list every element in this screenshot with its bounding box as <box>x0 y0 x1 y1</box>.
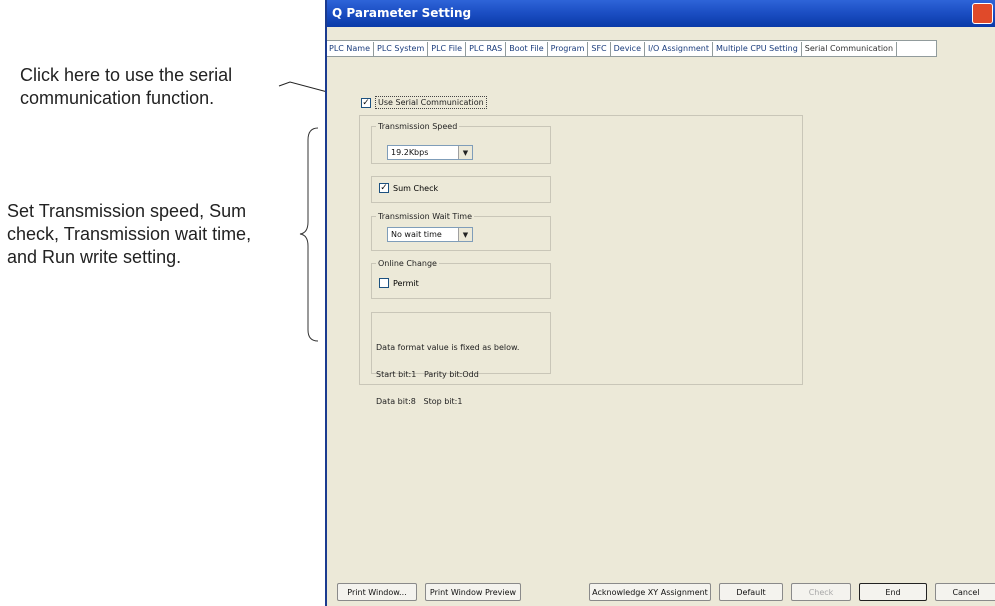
bottom-button-bar: Print Window... Print Window Preview Ack… <box>327 583 995 601</box>
tab-sfc[interactable]: SFC <box>588 41 611 56</box>
info-line-3: Data bit:8 Stop bit:1 <box>376 397 463 406</box>
default-button[interactable]: Default <box>719 583 783 601</box>
tab-plc-system[interactable]: PLC System <box>374 41 429 56</box>
tab-multiple-cpu-setting[interactable]: Multiple CPU Setting <box>713 41 802 56</box>
check-icon[interactable]: ✓ <box>379 183 389 193</box>
acknowledge-xy-assignment-button[interactable]: Acknowledge XY Assignment <box>589 583 711 601</box>
transmission-wait-time-select[interactable]: No wait time ▼ <box>387 227 473 242</box>
transmission-wait-time-value: No wait time <box>391 230 442 239</box>
chevron-down-icon[interactable]: ▼ <box>458 146 472 159</box>
tab-plc-ras[interactable]: PLC RAS <box>466 41 507 56</box>
close-icon[interactable] <box>972 3 993 24</box>
info-line-1: Data format value is fixed as below. <box>376 343 520 352</box>
online-change-legend: Online Change <box>376 258 439 269</box>
chevron-down-icon[interactable]: ▼ <box>458 228 472 241</box>
tab-program[interactable]: Program <box>548 41 589 56</box>
tab-serial-communication[interactable]: Serial Communication <box>802 41 898 56</box>
tab-boot-file[interactable]: Boot File <box>506 41 548 56</box>
transmission-speed-select[interactable]: 19.2Kbps ▼ <box>387 145 473 160</box>
window-title: Q Parameter Setting <box>332 6 472 20</box>
tab-strip: PLC Name PLC System PLC File PLC RAS Boo… <box>327 40 937 57</box>
end-button[interactable]: End <box>859 583 927 601</box>
transmission-speed-legend: Transmission Speed <box>376 121 460 132</box>
use-serial-communication-label: Use Serial Communication <box>375 96 487 109</box>
transmission-wait-time-legend: Transmission Wait Time <box>376 211 475 222</box>
curly-brace <box>299 127 319 342</box>
unchecked-box-icon[interactable] <box>379 278 389 288</box>
tab-device[interactable]: Device <box>611 41 645 56</box>
check-icon[interactable]: ✓ <box>361 97 371 108</box>
data-format-info-text: Data format value is fixed as below. Sta… <box>376 325 519 424</box>
tab-plc-file[interactable]: PLC File <box>428 41 467 56</box>
permit-label: Permit <box>393 278 419 288</box>
tab-plc-name[interactable]: PLC Name <box>327 41 375 56</box>
info-line-2: Start bit:1 Parity bit:Odd <box>376 370 479 379</box>
sum-check-checkbox[interactable]: ✓ Sum Check <box>379 183 438 193</box>
print-window-preview-button[interactable]: Print Window Preview <box>425 583 521 601</box>
use-serial-communication-checkbox[interactable]: ✓ Use Serial Communication <box>361 96 487 109</box>
q-parameter-setting-window: Q Parameter Setting PLC Name PLC System … <box>325 0 995 606</box>
title-bar: Q Parameter Setting <box>327 0 995 27</box>
sum-check-label: Sum Check <box>393 183 439 193</box>
cancel-button[interactable]: Cancel <box>935 583 995 601</box>
tab-io-assignment[interactable]: I/O Assignment <box>645 41 713 56</box>
transmission-speed-value: 19.2Kbps <box>391 148 429 157</box>
print-window-button[interactable]: Print Window... <box>337 583 417 601</box>
check-button[interactable]: Check <box>791 583 851 601</box>
permit-checkbox[interactable]: Permit <box>379 278 419 288</box>
